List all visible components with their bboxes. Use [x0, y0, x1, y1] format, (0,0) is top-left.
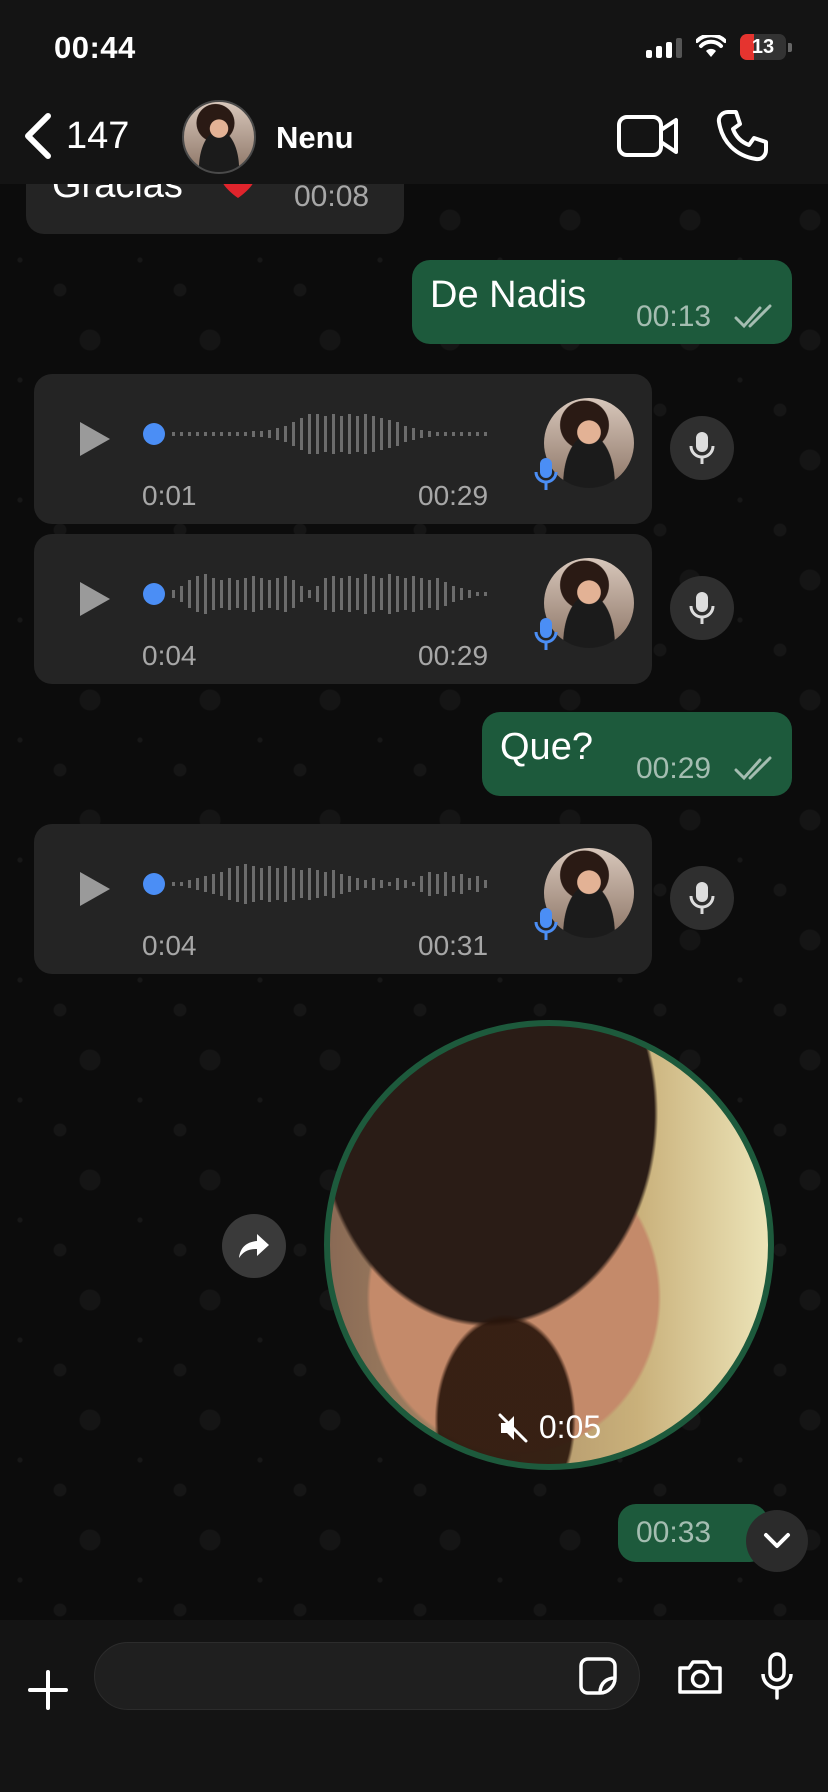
voice-current-time: 0:04	[142, 930, 197, 961]
microphone-icon	[689, 592, 715, 624]
video-duration: 0:05	[538, 1409, 602, 1445]
mic-badge-icon	[534, 908, 558, 940]
message-input[interactable]	[94, 1642, 640, 1710]
voice-call-button[interactable]	[714, 108, 770, 169]
message-time: 00:29	[636, 752, 712, 785]
forward-arrow-icon	[239, 1234, 269, 1258]
play-button[interactable]	[78, 870, 112, 913]
outgoing-message[interactable]: Que? 00:29	[482, 712, 792, 796]
message-time: 00:08	[294, 184, 370, 213]
status-bar: 00:44 13	[0, 0, 828, 96]
transcribe-button[interactable]	[670, 576, 734, 640]
forward-button[interactable]	[222, 1214, 286, 1278]
message-time: 00:33	[636, 1516, 712, 1549]
camera-icon	[678, 1660, 722, 1694]
voice-message[interactable]: 0:04 00:29	[34, 534, 652, 684]
play-icon	[80, 872, 110, 906]
voice-duration: 00:29	[418, 480, 489, 511]
play-button[interactable]	[78, 420, 112, 463]
voice-duration: 00:29	[418, 640, 489, 671]
red-heart-emoji-icon	[223, 184, 253, 198]
battery-level: 13	[751, 35, 775, 58]
cellular-signal-icon	[646, 36, 682, 58]
message-time: 00:13	[636, 300, 712, 333]
status-time: 00:44	[54, 30, 136, 65]
plus-icon	[28, 1670, 68, 1710]
message-text: Que?	[500, 726, 593, 768]
message-text: De Nadis	[430, 274, 587, 316]
unread-count: 147	[66, 114, 130, 157]
mic-badge-icon	[534, 458, 558, 490]
microphone-icon	[761, 1652, 793, 1700]
voice-duration: 00:31	[418, 930, 489, 961]
chat-header: 147 Nenu	[0, 96, 828, 184]
incoming-message[interactable]: Gracias 00:08	[26, 184, 404, 234]
chevron-left-icon	[25, 113, 51, 159]
camera-button[interactable]	[676, 1658, 724, 1701]
voice-current-time: 0:04	[142, 640, 197, 671]
play-icon	[80, 422, 110, 456]
outgoing-message[interactable]: De Nadis 00:13	[412, 260, 792, 344]
double-check-icon	[734, 756, 772, 781]
muted-speaker-icon	[498, 1413, 528, 1442]
attach-button[interactable]	[28, 1670, 68, 1715]
phone-icon	[716, 110, 768, 162]
waveform[interactable]	[142, 854, 542, 914]
wifi-icon	[696, 35, 726, 57]
battery-icon: 13	[740, 34, 792, 60]
transcribe-button[interactable]	[670, 416, 734, 480]
waveform[interactable]	[142, 404, 542, 464]
video-overlay: 0:05	[330, 1409, 768, 1446]
contact-avatar[interactable]	[182, 100, 256, 174]
video-call-button[interactable]	[616, 112, 680, 165]
status-icons: 13	[646, 34, 792, 60]
voice-current-time: 0:01	[142, 480, 197, 511]
play-icon	[80, 582, 110, 616]
message-composer	[0, 1620, 828, 1792]
double-check-icon	[734, 304, 772, 329]
chevron-down-icon	[764, 1533, 790, 1548]
mic-badge-icon	[534, 618, 558, 650]
transcribe-button[interactable]	[670, 866, 734, 930]
contact-name[interactable]: Nenu	[276, 120, 354, 156]
sticker-button[interactable]	[578, 1656, 618, 1701]
scroll-to-bottom-button[interactable]	[746, 1510, 808, 1572]
waveform[interactable]	[142, 564, 542, 624]
play-button[interactable]	[78, 580, 112, 623]
video-note-message[interactable]: 0:05	[324, 1020, 774, 1470]
back-button[interactable]: 147	[22, 104, 129, 168]
record-voice-button[interactable]	[760, 1652, 794, 1705]
video-camera-icon	[617, 115, 678, 157]
message-text: Gracias	[52, 184, 183, 206]
microphone-icon	[689, 882, 715, 914]
sticker-icon	[579, 1657, 617, 1695]
video-timestamp-bubble: 00:33	[618, 1504, 768, 1562]
voice-message[interactable]: 0:01 00:29	[34, 374, 652, 524]
voice-message[interactable]: 0:04 00:31	[34, 824, 652, 974]
microphone-icon	[689, 432, 715, 464]
